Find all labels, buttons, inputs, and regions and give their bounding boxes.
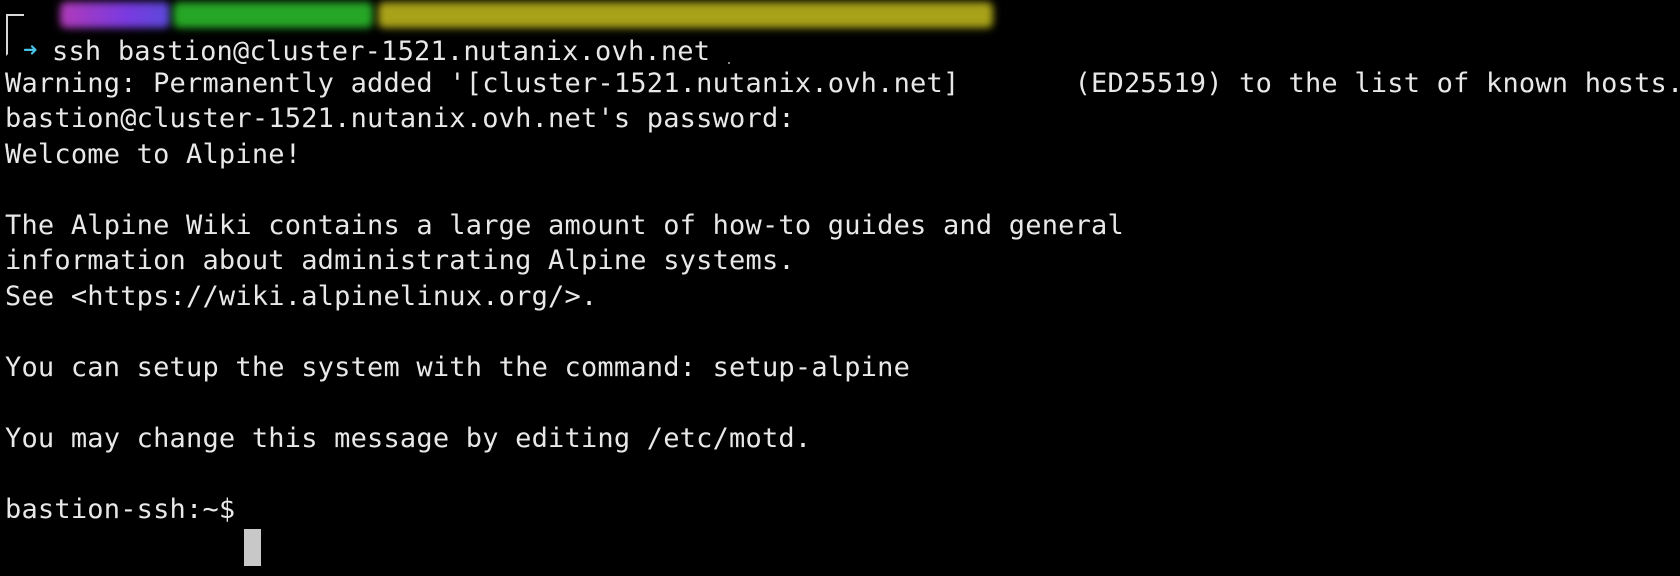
text-cursor[interactable] <box>244 529 261 566</box>
output-line-2: bastion@cluster-1521.nutanix.ovh.net's p… <box>5 103 795 134</box>
prompt-corner-line <box>6 14 24 56</box>
stray-pixel <box>728 62 730 64</box>
blurred-username <box>60 2 170 28</box>
blurred-hostname <box>173 2 373 28</box>
terminal-window[interactable]: ➜ ssh bastion@cluster-1521.nutanix.ovh.n… <box>0 0 1680 576</box>
output-line-11: You may change this message by editing /… <box>5 423 812 454</box>
output-line-3: Welcome to Alpine! <box>5 139 302 170</box>
shell-prompt[interactable]: bastion-ssh:~$ <box>5 491 252 529</box>
output-line-5: The Alpine Wiki contains a large amount … <box>5 210 1124 241</box>
output-line-9: You can setup the system with the comman… <box>5 352 911 383</box>
blurred-path <box>378 2 993 28</box>
output-line-1: Warning: Permanently added '[cluster-152… <box>5 68 1680 99</box>
output-line-6: information about administrating Alpine … <box>5 245 795 276</box>
prompt-arrow-icon: ➜ <box>23 36 38 64</box>
output-line-7: See <https://wiki.alpinelinux.org/>. <box>5 281 598 312</box>
